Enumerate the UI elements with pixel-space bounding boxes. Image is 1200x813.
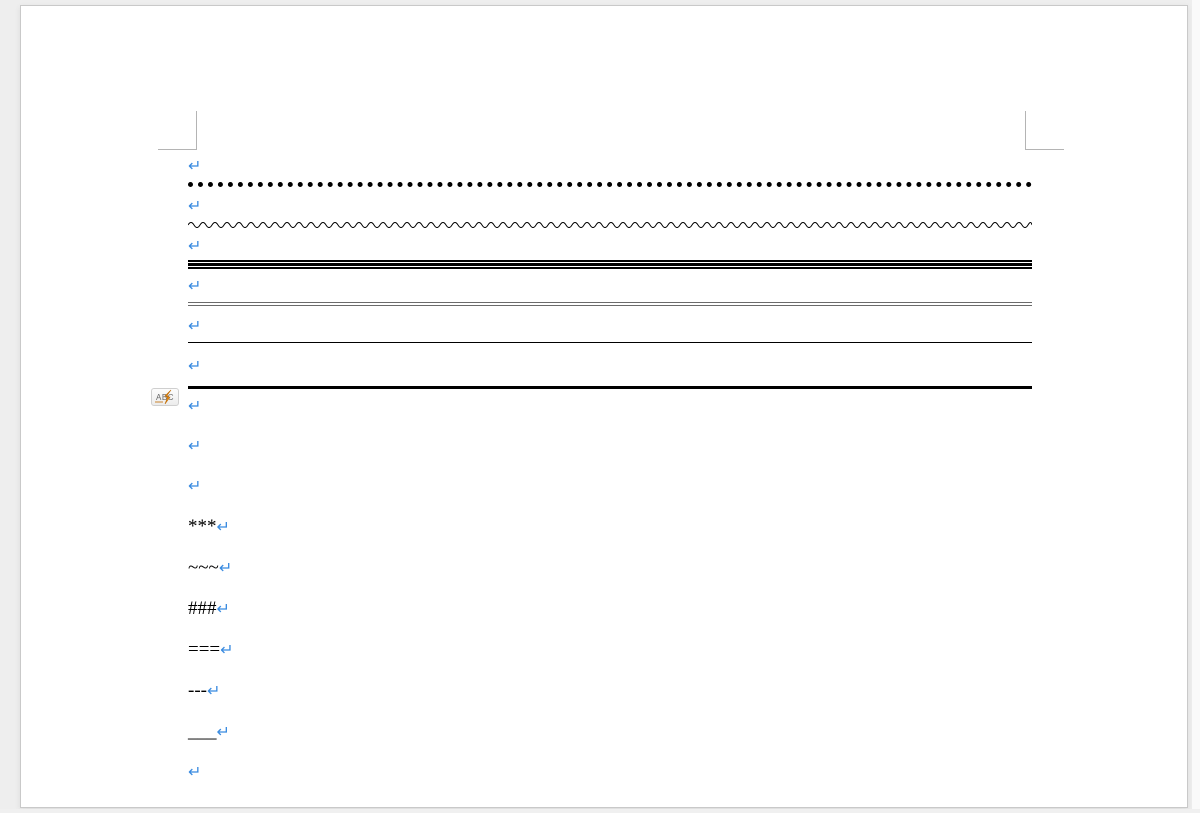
paragraph[interactable]: ↵ xyxy=(188,396,1032,418)
paragraph-text: --- xyxy=(188,680,207,701)
page[interactable]: ABC ↵ ↵ ↵ xyxy=(20,5,1188,808)
paragraph[interactable]: ↵ xyxy=(188,156,1032,178)
paragraph-text: ___ xyxy=(188,721,217,742)
paragraph[interactable]: ↵ xyxy=(188,316,1032,338)
paragraph[interactable]: ~~~↵ xyxy=(188,557,1032,580)
paragraph[interactable]: ↵ xyxy=(188,236,1032,258)
paragraph-mark-icon: ↵ xyxy=(219,561,232,577)
paragraph-text: *** xyxy=(188,516,217,537)
paragraph[interactable]: ↵ xyxy=(188,476,1032,498)
paragraph-mark-icon: ↵ xyxy=(188,765,201,781)
horizontal-rule-wave xyxy=(188,220,1032,230)
paragraph[interactable]: ---↵ xyxy=(188,680,1032,703)
paragraph-mark-icon: ↵ xyxy=(188,159,201,175)
lightning-icon xyxy=(151,388,179,406)
paragraph[interactable]: ↵ xyxy=(188,196,1032,218)
horizontal-rule-thick xyxy=(188,386,1032,389)
paragraph-mark-icon: ↵ xyxy=(188,199,201,215)
paragraph[interactable]: ___↵ xyxy=(188,721,1032,744)
horizontal-rule-double xyxy=(188,302,1032,308)
paragraph[interactable]: ↵ xyxy=(188,436,1032,458)
paragraph-mark-icon: ↵ xyxy=(217,725,230,741)
paragraph-mark-icon: ↵ xyxy=(217,520,230,536)
vertical-scrollbar[interactable] xyxy=(1192,0,1200,813)
paragraph-mark-icon: ↵ xyxy=(188,239,201,255)
paragraph-mark-icon: ↵ xyxy=(220,643,233,659)
paragraph[interactable]: ***↵ xyxy=(188,516,1032,539)
paragraph-mark-icon: ↵ xyxy=(188,439,201,455)
paragraph-mark-icon: ↵ xyxy=(188,279,201,295)
paragraph-mark-icon: ↵ xyxy=(188,399,201,415)
paragraph-mark-icon: ↵ xyxy=(217,602,230,618)
paragraph[interactable]: ↵ xyxy=(188,356,1032,378)
horizontal-scrollbar[interactable] xyxy=(0,809,1200,813)
paragraph[interactable]: ###↵ xyxy=(188,598,1032,621)
paragraph-text: === xyxy=(188,639,220,660)
paragraph-mark-icon: ↵ xyxy=(207,684,220,700)
paragraph-mark-icon: ↵ xyxy=(188,319,201,335)
margin-corner-top-left xyxy=(158,111,197,150)
document-viewport: ABC ↵ ↵ ↵ xyxy=(0,0,1200,813)
document-body[interactable]: ↵ ↵ ↵ ↵ xyxy=(188,156,1032,802)
paragraph[interactable]: ===↵ xyxy=(188,639,1032,662)
paragraph-text: ~~~ xyxy=(188,557,219,578)
paragraph[interactable]: ↵ xyxy=(188,762,1032,784)
autocorrect-options-button[interactable]: ABC xyxy=(151,388,179,406)
horizontal-rule-thin xyxy=(188,342,1032,343)
margin-corner-top-right xyxy=(1025,111,1064,150)
paragraph-mark-icon: ↵ xyxy=(188,479,201,495)
horizontal-rule-triple xyxy=(188,260,1032,270)
horizontal-rule-dotted xyxy=(188,182,1032,187)
paragraph-mark-icon: ↵ xyxy=(188,359,201,375)
paragraph[interactable]: ↵ xyxy=(188,276,1032,298)
paragraph-text: ### xyxy=(188,598,217,619)
